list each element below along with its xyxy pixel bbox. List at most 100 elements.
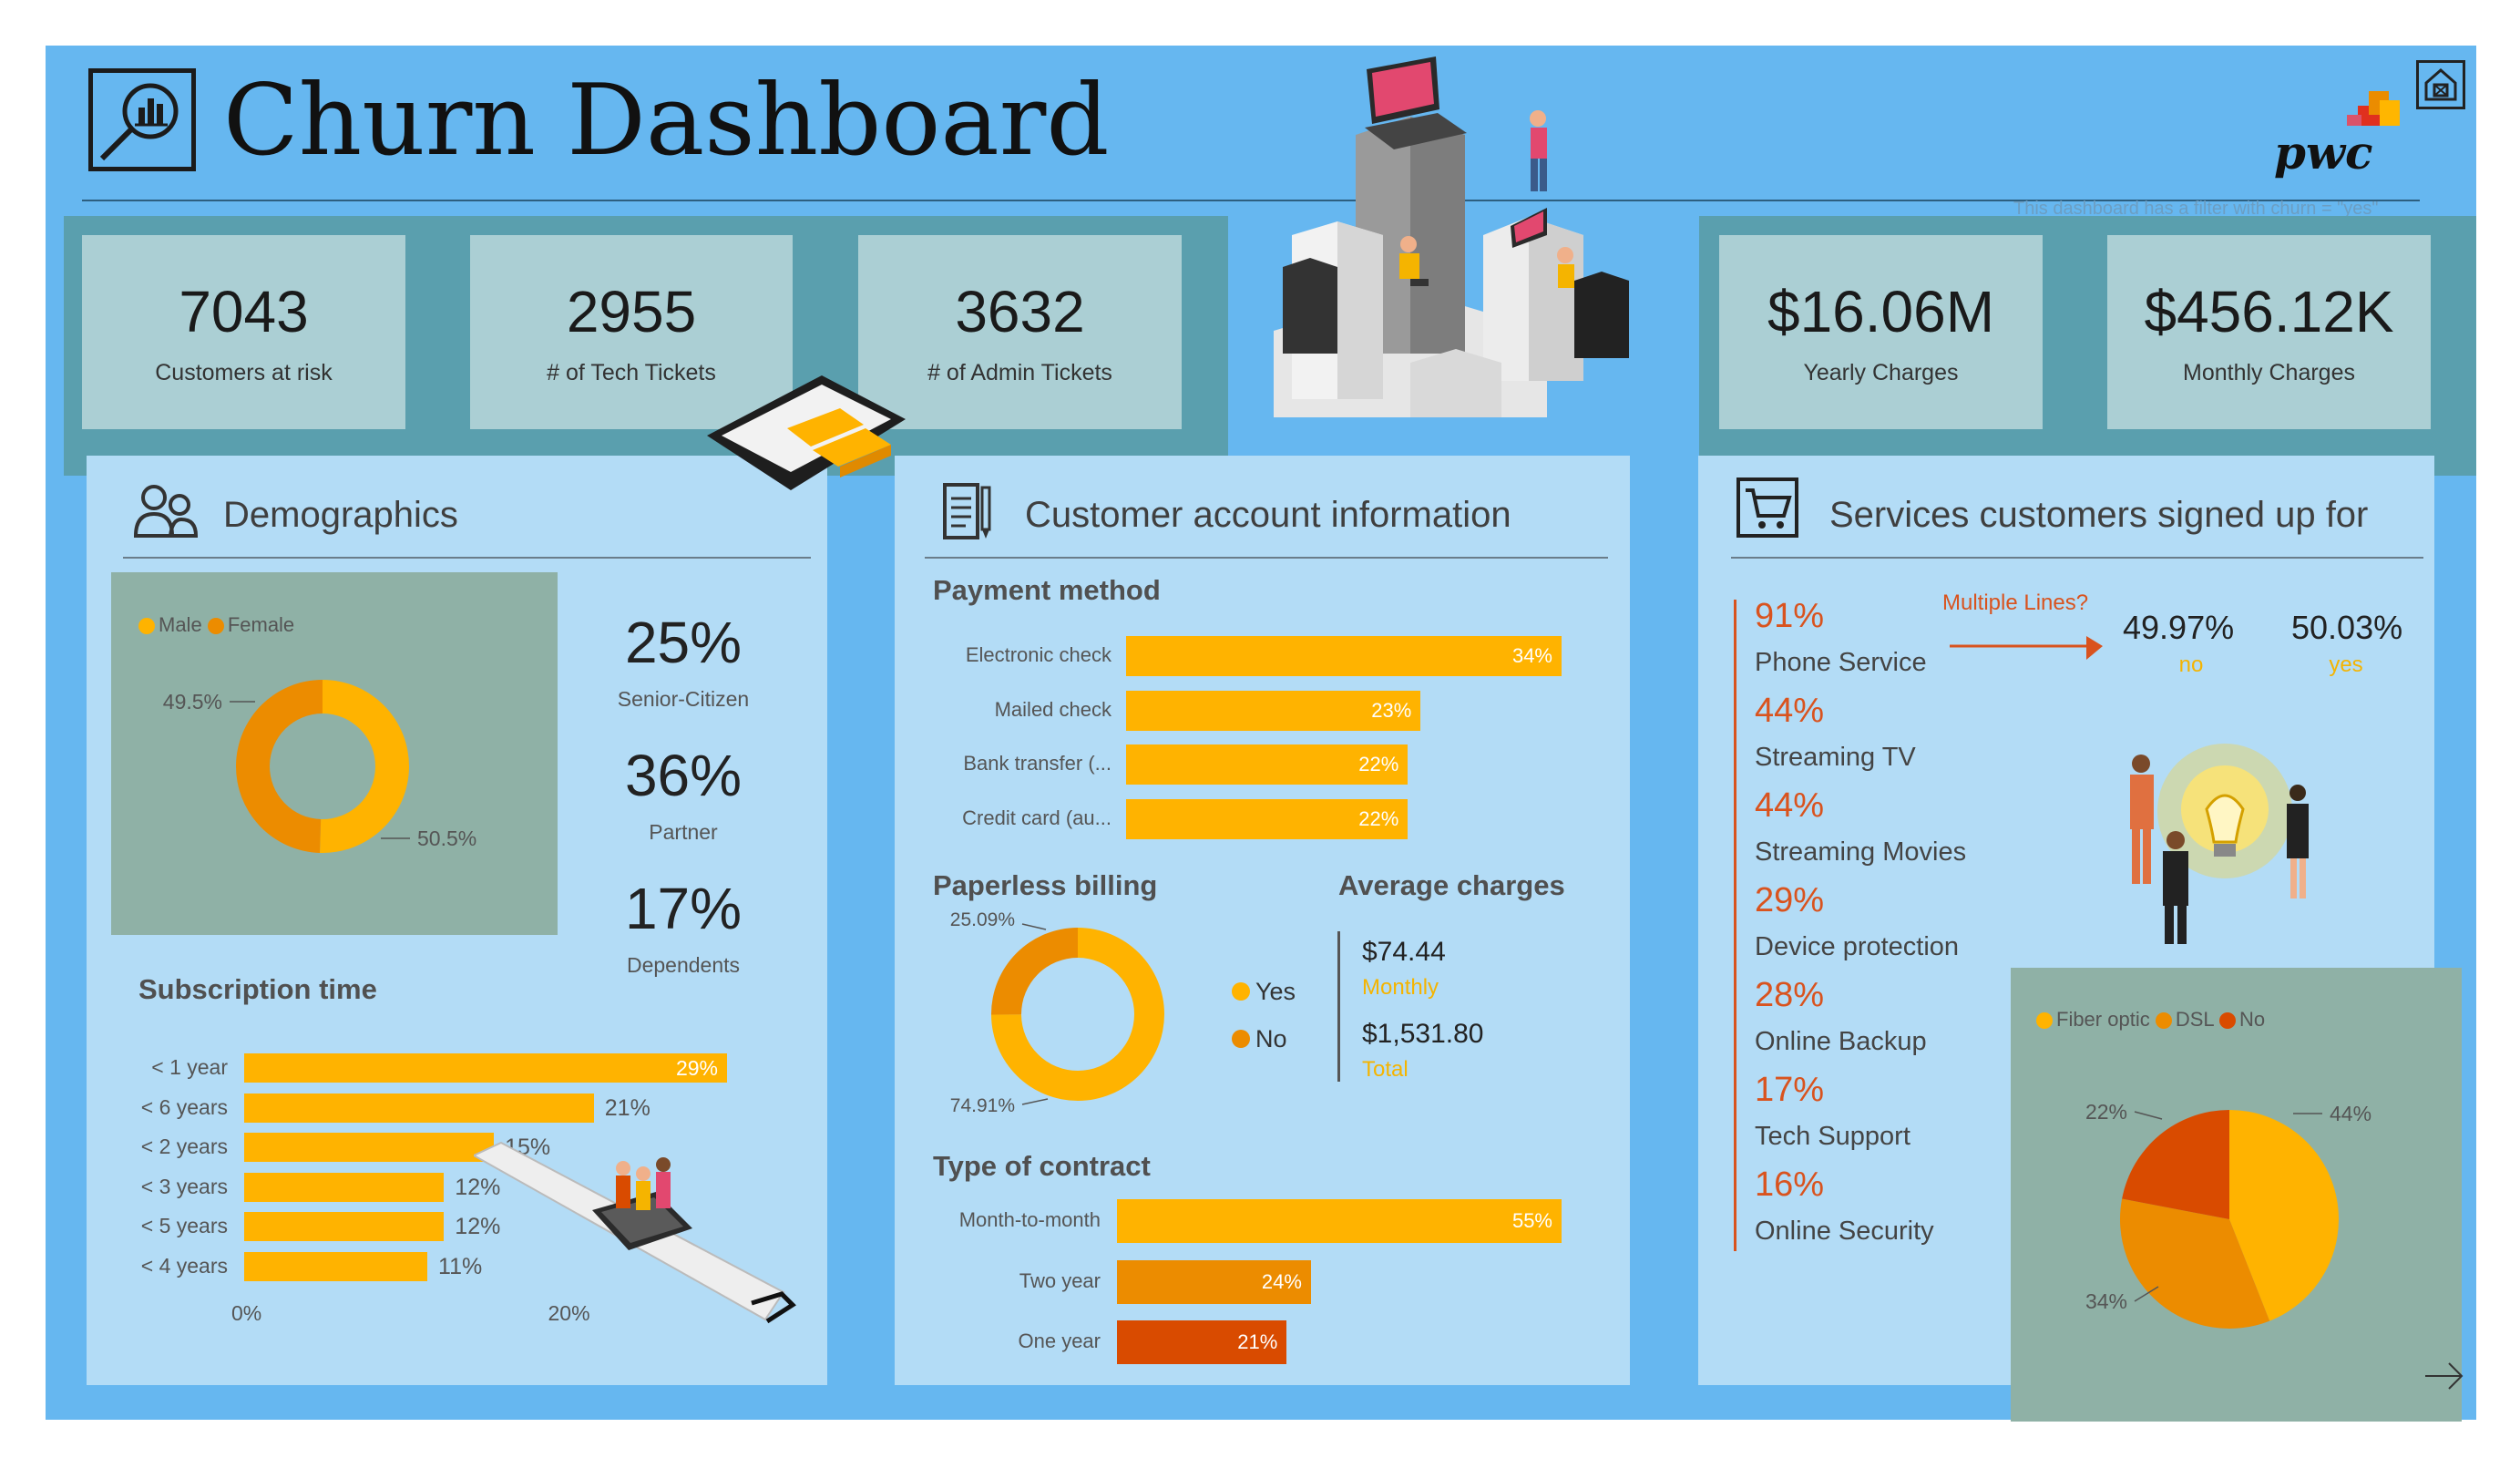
service-name: Device protection <box>1755 932 1960 961</box>
bar-category-label: Month-to-month <box>958 1208 1101 1231</box>
bar[interactable] <box>244 1251 428 1281</box>
bar-value-label: 22% <box>1358 753 1399 775</box>
slice-male[interactable] <box>320 680 409 853</box>
lightbulb-team-illustration <box>2123 729 2323 948</box>
multiple-no-label: no <box>2178 652 2204 677</box>
bar[interactable] <box>244 1212 445 1241</box>
bar-value-label: 21% <box>1237 1330 1278 1353</box>
average-monthly-value: $74.44 <box>1362 937 1446 967</box>
paperless-donut: 25.09% 74.91% Yes No <box>950 909 1296 1116</box>
contract-title: Type of contract <box>933 1150 1151 1182</box>
legend-dot <box>1232 1030 1250 1048</box>
slice-female[interactable] <box>235 680 323 853</box>
average-total-label: Total <box>1362 1057 1409 1082</box>
bar[interactable] <box>244 1133 495 1162</box>
bar-value-label: 55% <box>1511 1209 1552 1232</box>
payment-method-title: Payment method <box>933 574 1161 606</box>
service-percent: 28% <box>1755 976 1825 1014</box>
service-name: Online Backup <box>1755 1027 1927 1056</box>
analytics-search-icon <box>88 68 196 171</box>
average-charges-rule <box>1337 931 1340 1082</box>
demographics-title: Demographics <box>223 495 458 535</box>
partner-label: Partner <box>649 820 718 844</box>
senior-citizen-pct: 25% <box>624 610 743 675</box>
data-label: 49.5% <box>163 690 222 714</box>
internet-service-chart: Fiber optic DSL No 44% 22% 34% <box>2011 968 2462 1422</box>
kpi-label: Monthly Charges <box>2183 360 2355 385</box>
service-name: Streaming TV <box>1755 743 1916 772</box>
services-title: Services customers signed up for <box>1829 495 2369 535</box>
kpi-monthly-charges: $456.12K Monthly Charges <box>2107 235 2431 429</box>
bar-category-label: < 3 years <box>140 1174 228 1198</box>
data-label: 50.5% <box>417 827 476 850</box>
partner-pct: 36% <box>624 743 743 808</box>
bar-category-label: Bank transfer (... <box>963 752 1111 775</box>
bar-value-label: 34% <box>1511 644 1552 667</box>
payment-method-chart: Electronic check 34% Mailed check 23% Bank t… <box>911 629 1622 847</box>
bar-category-label: One year <box>1018 1330 1101 1352</box>
data-label: 74.91% <box>950 1095 1015 1116</box>
service-percent: 17% <box>1755 1071 1825 1109</box>
demographics-divider <box>123 557 811 559</box>
people-icon <box>133 483 199 539</box>
bar-category-label: < 1 year <box>151 1055 228 1079</box>
brand-logo-text: pwc <box>2274 126 2373 180</box>
service-name: Phone Service <box>1755 648 1927 677</box>
bar-category-label: < 5 years <box>140 1214 228 1237</box>
kpi-yearly-charges: $16.06M Yearly Charges <box>1719 235 2043 429</box>
document-pen-icon <box>942 482 993 542</box>
kpi-value: 2955 <box>566 279 697 344</box>
service-name: Online Security <box>1755 1217 1934 1246</box>
gender-chart: Male Female 49.5% 50.5% <box>111 572 558 935</box>
kpi-label: # of Admin Tickets <box>927 360 1112 385</box>
legend-item-yes[interactable]: Yes <box>1255 978 1296 1005</box>
bar-value-label: 24% <box>1261 1269 1302 1293</box>
bar-category-label: Electronic check <box>965 643 1111 666</box>
kpi-label: # of Tech Tickets <box>547 360 716 385</box>
bar-category-label: Credit card (au... <box>962 806 1111 829</box>
bar-value-label: 21% <box>604 1094 650 1121</box>
multiple-yes-label: yes <box>2329 652 2363 677</box>
account-title: Customer account information <box>1025 495 1511 535</box>
average-charges-title: Average charges <box>1338 869 1565 901</box>
service-percent: 44% <box>1755 692 1825 730</box>
data-label: 44% <box>2330 1102 2371 1125</box>
kpi-value: 7043 <box>179 279 309 344</box>
kpi-label: Customers at risk <box>155 360 333 385</box>
kpi-value: 3632 <box>955 279 1085 344</box>
multiple-no-value: 49.97% <box>2123 609 2235 646</box>
x-tick-label: 0% <box>231 1301 262 1325</box>
senior-citizen-label: Senior-Citizen <box>617 687 750 711</box>
home-icon[interactable] <box>2416 60 2465 109</box>
subscription-title: Subscription time <box>138 973 377 1005</box>
data-label: 22% <box>2085 1100 2127 1124</box>
arrow-right-icon <box>1950 634 2105 662</box>
service-name: Tech Support <box>1755 1122 1910 1151</box>
bar-value-label: 22% <box>1358 806 1399 830</box>
bar[interactable] <box>244 1093 594 1123</box>
next-page-arrow-icon[interactable] <box>2423 1360 2465 1392</box>
kpi-label: Yearly Charges <box>1803 360 1959 385</box>
dependents-pct: 17% <box>624 876 743 941</box>
legend-item-no[interactable]: No <box>1255 1025 1287 1052</box>
bar[interactable] <box>244 1172 445 1202</box>
account-divider <box>925 557 1608 559</box>
service-percent: 91% <box>1755 597 1825 635</box>
paperless-title: Paperless billing <box>933 869 1158 901</box>
slice-no[interactable] <box>991 928 1078 1015</box>
average-monthly-label: Monthly <box>1362 975 1439 1000</box>
dependents-label: Dependents <box>626 953 741 977</box>
bar-value-label: 29% <box>675 1056 718 1080</box>
bar-category-label: Two year <box>1019 1268 1101 1292</box>
kpi-value: $16.06M <box>1767 279 1995 344</box>
page-title: Churn Dashboard <box>223 64 1110 178</box>
service-percent: 16% <box>1755 1165 1825 1204</box>
bar-category-label: < 4 years <box>140 1253 228 1278</box>
bar-category-label: < 2 years <box>140 1135 228 1158</box>
phone-illustration <box>703 372 913 508</box>
kpi-customers-at-risk: 7043 Customers at risk <box>82 235 405 429</box>
internet-pie: 44% 22% 34% <box>2085 1100 2371 1329</box>
gender-donut: 49.5% 50.5% <box>163 680 476 853</box>
legend-dot <box>1232 982 1250 1001</box>
data-label: 34% <box>2085 1289 2127 1313</box>
